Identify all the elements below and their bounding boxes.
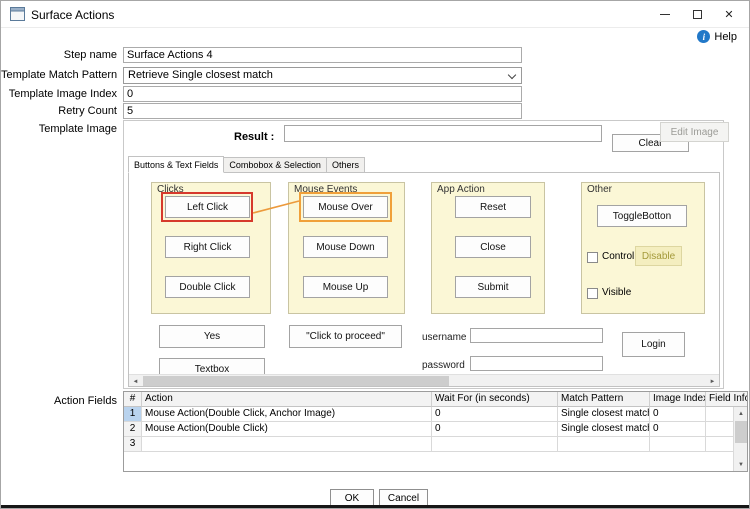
table-header-row: # Action Wait For (in seconds) Match Pat… [124,392,747,407]
cell-wait: 0 [432,422,558,437]
username-input[interactable] [470,328,603,343]
retry-count-input[interactable] [123,103,522,119]
username-label: username [422,332,466,343]
toggle-botton-button[interactable]: ToggleBotton [597,205,687,227]
edit-image-button[interactable]: Edit Image [660,122,729,142]
right-click-button[interactable]: Right Click [165,236,250,258]
cell-image-index: 0 [650,407,706,422]
surface-actions-dialog: Surface Actions ✕ i Help Step name Templ… [0,0,750,509]
window-controls: ✕ [649,1,745,27]
disable-button[interactable]: Disable [635,246,682,266]
preview-tabs: Buttons & Text Fields Combobox & Selecti… [128,156,364,173]
visible-checkbox-label: Visible [602,287,631,298]
help-link[interactable]: i Help [697,30,737,43]
tab-others[interactable]: Others [326,157,365,173]
login-button[interactable]: Login [622,332,685,357]
result-input[interactable] [284,125,602,142]
cell-action [142,437,432,452]
window-title: Surface Actions [31,8,114,22]
cell-match: Single closest match [558,407,650,422]
password-input[interactable] [470,356,603,371]
window-bottom-edge [1,505,749,508]
mouse-down-button[interactable]: Mouse Down [303,236,388,258]
minimize-icon [660,14,670,15]
control-checkbox[interactable] [587,252,598,263]
maximize-button[interactable] [681,1,713,27]
help-label: Help [714,31,737,43]
left-click-button[interactable]: Left Click [165,196,250,218]
info-icon: i [697,30,710,43]
table-row[interactable]: 1 Mouse Action(Double Click, Anchor Imag… [124,407,747,422]
minimize-button[interactable] [649,1,681,27]
row-header[interactable]: 2 [124,422,142,437]
chevron-down-icon [508,71,516,79]
column-header-match[interactable]: Match Pattern [558,392,650,407]
template-match-pattern-label: Template Match Pattern [1,69,117,81]
column-header-field-info[interactable]: Field Info [706,392,747,407]
scroll-left-icon[interactable]: ◄ [129,375,142,387]
cell-match [558,437,650,452]
step-name-input[interactable] [123,47,522,63]
cell-action: Mouse Action(Double Click, Anchor Image) [142,407,432,422]
click-to-proceed-button[interactable]: "Click to proceed" [289,325,402,348]
table-row[interactable]: 2 Mouse Action(Double Click) 0 Single cl… [124,422,747,437]
scroll-up-icon[interactable]: ▲ [734,407,748,420]
table-row[interactable]: 3 [124,437,747,452]
column-header-wait[interactable]: Wait For (in seconds) [432,392,558,407]
double-click-button[interactable]: Double Click [165,276,250,298]
template-image-index-label: Template Image Index [1,88,117,100]
tab-buttons-text-fields[interactable]: Buttons & Text Fields [128,156,224,173]
template-match-pattern-select[interactable]: Retrieve Single closest match [123,67,522,84]
horizontal-scroll-thumb[interactable] [143,376,449,387]
cell-action: Mouse Action(Double Click) [142,422,432,437]
template-image-index-input[interactable] [123,86,522,102]
mouse-events-group-title: Mouse Events [294,184,357,195]
title-bar: Surface Actions ✕ [1,1,749,28]
step-name-label: Step name [1,49,117,61]
reset-button[interactable]: Reset [455,196,531,218]
column-header-action[interactable]: Action [142,392,432,407]
preview-tab-content: Clicks Left Click Right Click Double Cli… [128,172,720,387]
scroll-down-icon[interactable]: ▼ [734,458,748,471]
other-group-title: Other [587,184,612,195]
row-header[interactable]: 1 [124,407,142,422]
mouse-over-button[interactable]: Mouse Over [303,196,388,218]
result-label: Result : [234,131,274,143]
cell-wait [432,437,558,452]
clicks-group-title: Clicks [157,184,184,195]
app-icon [10,7,25,26]
preview-horizontal-scrollbar[interactable]: ◄ ► [129,374,719,387]
row-header[interactable]: 3 [124,437,142,452]
visible-checkbox[interactable] [587,288,598,299]
close-icon: ✕ [724,8,733,21]
vertical-scroll-thumb[interactable] [735,421,747,443]
password-label: password [422,360,465,371]
template-match-pattern-value: Retrieve Single closest match [128,69,273,81]
submit-button[interactable]: Submit [455,276,531,298]
action-fields-table: # Action Wait For (in seconds) Match Pat… [123,391,748,472]
maximize-icon [693,10,702,19]
scroll-right-icon[interactable]: ► [706,375,719,387]
cell-wait: 0 [432,407,558,422]
close-button[interactable]: ✕ [713,1,745,27]
app-action-group-title: App Action [437,184,485,195]
column-header-num[interactable]: # [124,392,142,407]
close-action-button[interactable]: Close [455,236,531,258]
action-fields-label: Action Fields [1,395,117,407]
cell-match: Single closest match [558,422,650,437]
control-checkbox-label: Control [602,251,634,262]
yes-button[interactable]: Yes [159,325,265,348]
tab-combobox-selection[interactable]: Combobox & Selection [223,157,327,173]
cell-image-index: 0 [650,422,706,437]
table-vertical-scrollbar[interactable]: ▲ ▼ [733,407,747,471]
cell-image-index [650,437,706,452]
retry-count-label: Retry Count [1,105,117,117]
column-header-image-index[interactable]: Image Index [650,392,706,407]
template-image-preview: Result : Clear Buttons & Text Fields Com… [123,120,724,389]
template-image-label: Template Image [1,123,117,135]
mouse-up-button[interactable]: Mouse Up [303,276,388,298]
